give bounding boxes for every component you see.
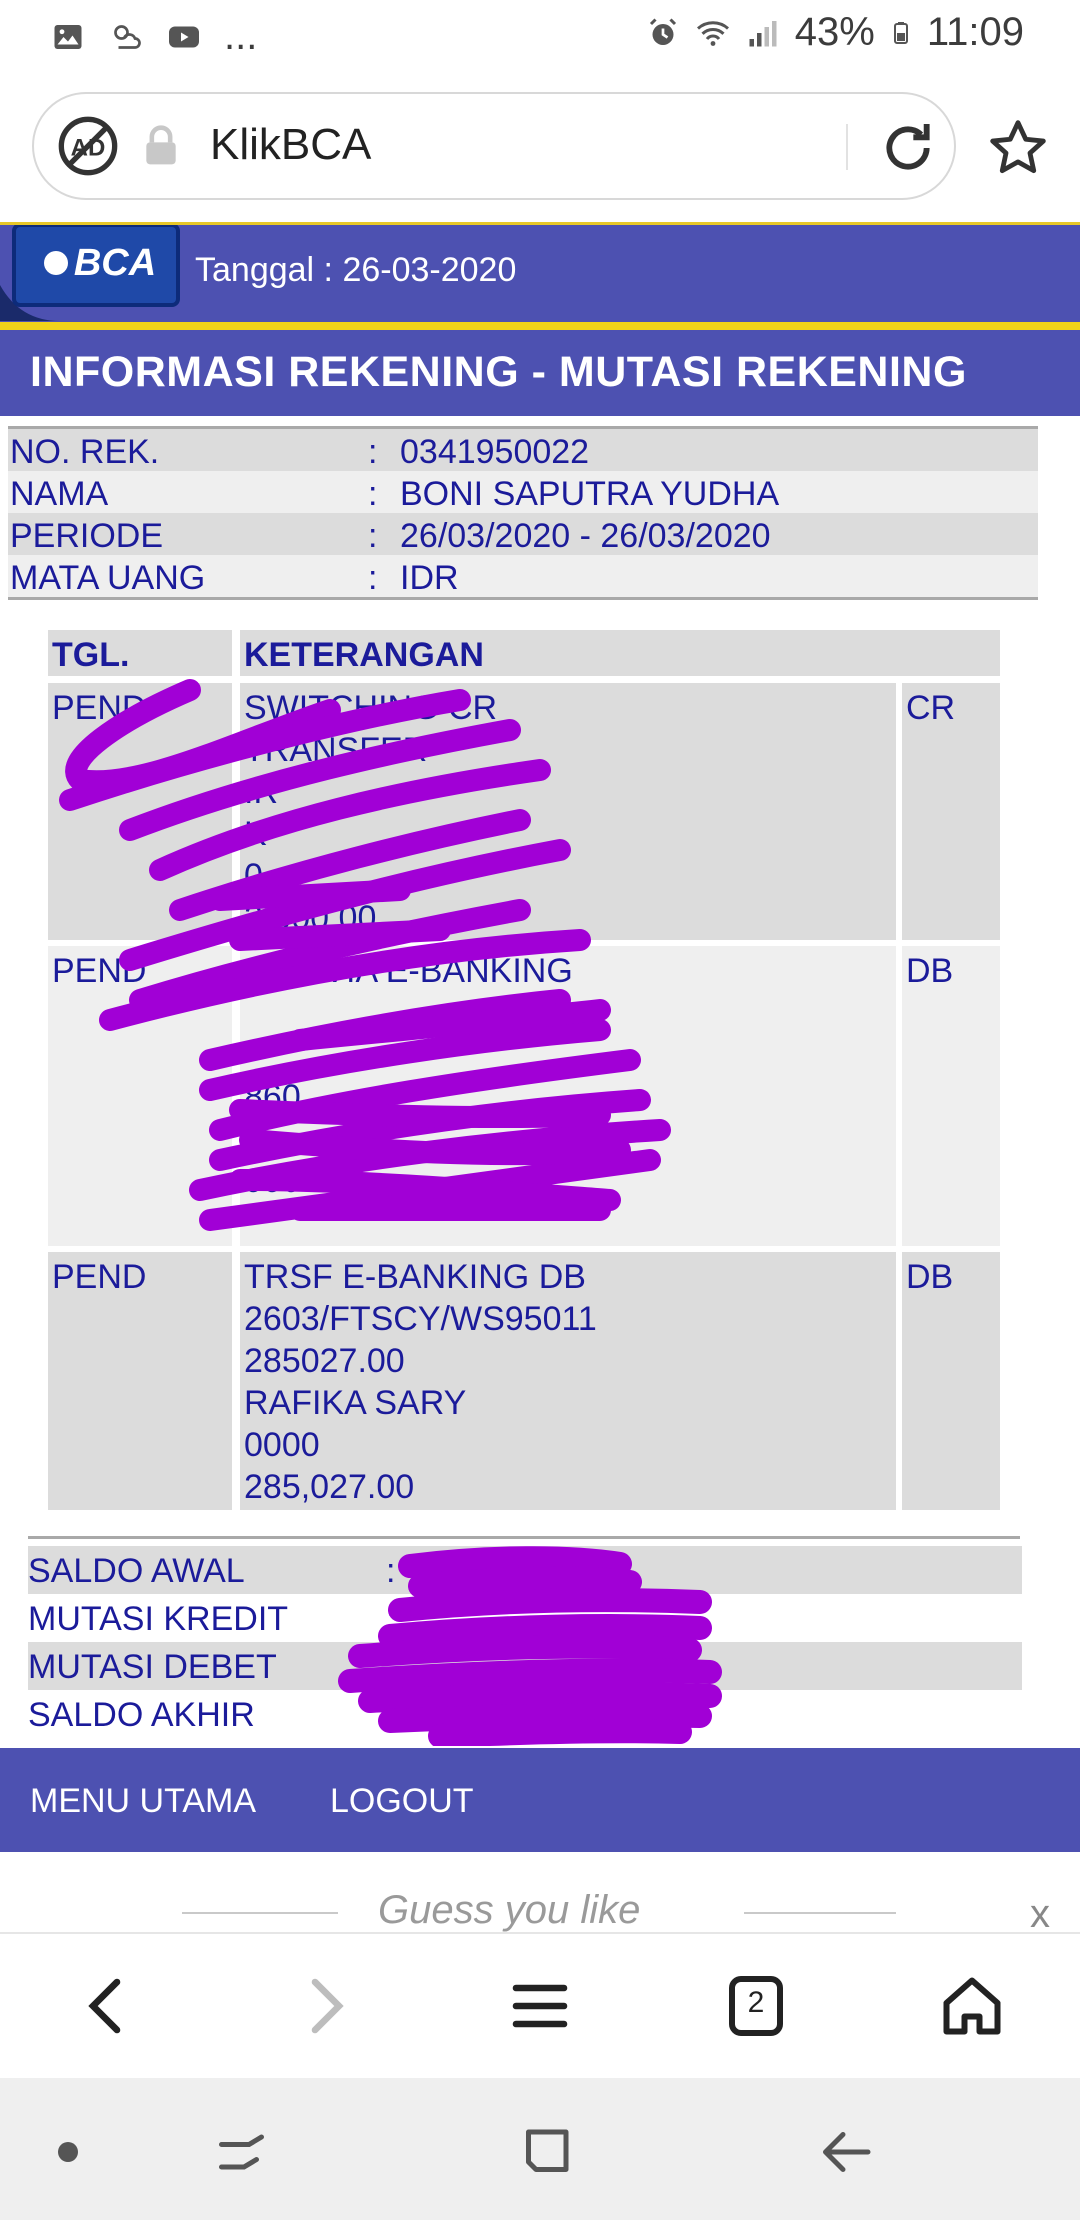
signal-icon	[749, 20, 777, 46]
guess-line-right	[744, 1912, 896, 1914]
recent-apps-icon[interactable]	[214, 2122, 274, 2182]
page-title: INFORMASI REKENING - MUTASI REKENING	[30, 348, 967, 396]
redaction-scribble	[59, 679, 671, 1231]
bank-header: BCA Tanggal : 26-03-2020	[0, 222, 1080, 325]
row-type: DB	[902, 1252, 1000, 1510]
account-row: PERIODE : 26/03/2020 - 26/03/2020	[8, 513, 1038, 555]
header-accent-line	[0, 322, 1080, 330]
account-sep: :	[368, 559, 378, 597]
account-sep: :	[368, 433, 378, 471]
address-bar[interactable]: AD KlikBCA	[32, 92, 956, 200]
account-label: MATA UANG	[10, 559, 206, 597]
battery-percent: 43%	[794, 10, 875, 54]
url-text[interactable]: KlikBCA	[210, 120, 371, 170]
account-label: PERIODE	[10, 517, 164, 555]
reload-icon[interactable]	[876, 116, 940, 180]
youtube-icon	[169, 26, 199, 47]
redaction-scribble	[338, 1546, 722, 1746]
account-label: NAMA	[10, 475, 109, 513]
recommendation-header: Guess you like x	[0, 1852, 1080, 1936]
alarm-icon	[649, 17, 676, 45]
logout-link[interactable]: LOGOUT	[330, 1782, 474, 1821]
home-icon[interactable]	[936, 1970, 1008, 2042]
summary-label: MUTASI KREDIT	[28, 1600, 289, 1638]
date-label: Tanggal : 26-03-2020	[195, 251, 517, 289]
weather-icon	[114, 24, 141, 49]
summary-label: SALDO AKHIR	[28, 1696, 255, 1734]
tabs-button[interactable]: 2	[720, 1970, 792, 2042]
status-more: ...	[224, 14, 258, 58]
battery-icon	[893, 21, 908, 44]
summary-label: MUTASI DEBET	[28, 1648, 277, 1686]
account-row: MATA UANG : IDR	[8, 555, 1038, 597]
svg-text:BCA: BCA	[74, 242, 156, 284]
lock-icon	[146, 125, 176, 165]
url-divider	[846, 124, 848, 170]
home-nav-icon[interactable]	[516, 2122, 576, 2182]
account-row: NAMA : BONI SAPUTRA YUDHA	[8, 471, 1038, 513]
account-label: NO. REK.	[10, 433, 160, 471]
back-nav-icon[interactable]	[818, 2122, 878, 2182]
gallery-icon	[54, 24, 82, 49]
bookmark-star-icon[interactable]	[986, 116, 1050, 180]
footer-nav: MENU UTAMA LOGOUT	[0, 1748, 1080, 1852]
account-value: IDR	[400, 559, 459, 597]
account-value: BONI SAPUTRA YUDHA	[400, 475, 780, 513]
forward-icon[interactable]	[288, 1970, 360, 2042]
system-nav-bar	[0, 2078, 1080, 2220]
account-value: 0341950022	[400, 433, 590, 471]
close-recommendation-button[interactable]: x	[1030, 1892, 1050, 1937]
row-description: TRSF E-BANKING DB 2603/FTSCY/WS95011 285…	[240, 1252, 896, 1510]
ad-block-icon[interactable]: AD	[56, 114, 120, 178]
clock: 11:09	[926, 10, 1024, 54]
status-bar: ... 43% 11:09	[0, 0, 1080, 72]
nav-dot-icon[interactable]	[38, 2122, 98, 2182]
guess-line-left	[182, 1912, 338, 1914]
account-info-table: NO. REK. : 0341950022 NAMA : BONI SAPUTR…	[8, 426, 1038, 600]
account-value: 26/03/2020 - 26/03/2020	[400, 517, 771, 555]
account-sep: :	[368, 517, 378, 555]
menu-utama-link[interactable]: MENU UTAMA	[30, 1782, 256, 1821]
summary-divider	[28, 1536, 1020, 1539]
row-type: CR	[902, 683, 1000, 940]
tab-count: 2	[747, 1986, 765, 2019]
wifi-icon	[696, 20, 729, 46]
row-type: DB	[902, 946, 1000, 1246]
title-bar: INFORMASI REKENING - MUTASI REKENING	[0, 330, 1080, 416]
klikbca-logo: BCA	[0, 225, 180, 321]
menu-icon[interactable]	[504, 1970, 576, 2042]
summary-label: SALDO AWAL	[28, 1552, 245, 1590]
browser-toolbar: 2	[0, 1932, 1080, 2080]
account-sep: :	[368, 475, 378, 513]
account-row: NO. REK. : 0341950022	[8, 429, 1038, 471]
back-icon[interactable]	[72, 1970, 144, 2042]
row-date: PEND	[48, 1252, 232, 1510]
guess-title: Guess you like	[378, 1888, 641, 1932]
